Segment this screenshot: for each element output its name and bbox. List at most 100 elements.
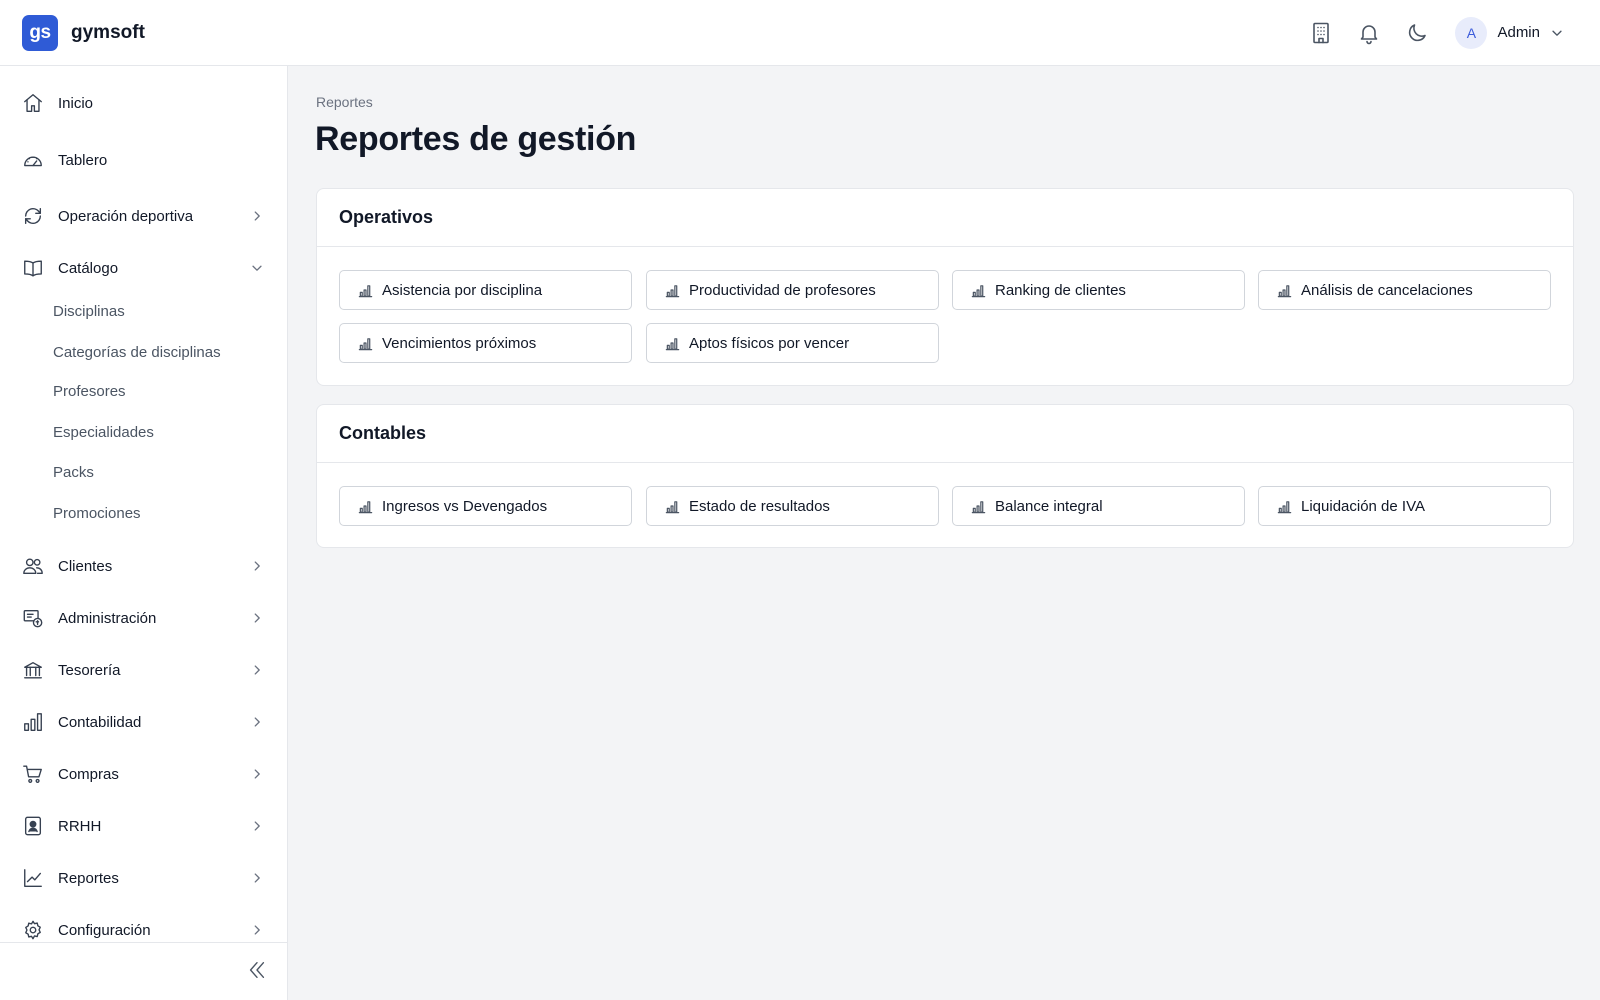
report-button[interactable]: Estado de resultados: [646, 486, 939, 526]
chevron-down-icon: [250, 261, 264, 275]
gear-icon: [22, 919, 44, 941]
brand[interactable]: gs gymsoft: [22, 14, 145, 51]
app-logo: gs: [22, 14, 58, 51]
report-button-label: Estado de resultados: [689, 497, 830, 515]
chevron-right-icon: [250, 559, 264, 573]
sidebar: Inicio Tablero Operación deportiva Catál…: [0, 66, 288, 1000]
chevron-right-icon: [250, 819, 264, 833]
report-button[interactable]: Ranking de clientes: [952, 270, 1245, 310]
badge-icon: [22, 815, 44, 837]
collapse-sidebar-icon[interactable]: [246, 959, 268, 981]
sidebar-item-compras[interactable]: Compras: [0, 754, 288, 794]
report-button[interactable]: Productividad de profesores: [646, 270, 939, 310]
report-button-label: Análisis de cancelaciones: [1301, 281, 1473, 299]
section-card-operativos: Operativos Asistencia por disciplina Pro…: [316, 188, 1574, 386]
report-button-label: Ranking de clientes: [995, 281, 1126, 299]
section-title: Contables: [339, 423, 427, 443]
bar-chart-icon: [971, 283, 986, 298]
report-button[interactable]: Liquidación de IVA: [1258, 486, 1551, 526]
sidebar-item-label: Tablero: [58, 151, 108, 169]
section-card-contables: Contables Ingresos vs Devengados Estado …: [316, 404, 1574, 548]
sidebar-item-label: RRHH: [58, 817, 102, 835]
sidebar-item-rrhh[interactable]: RRHH: [0, 806, 288, 846]
sidebar-subitem-disciplinas[interactable]: Disciplinas: [53, 300, 125, 324]
sidebar-item-reportes[interactable]: Reportes: [0, 858, 288, 898]
book-icon: [22, 257, 44, 279]
report-button-label: Liquidación de IVA: [1301, 497, 1425, 515]
moon-icon[interactable]: [1393, 13, 1441, 53]
card-header: Operativos: [317, 189, 1573, 247]
chevron-right-icon: [250, 715, 264, 729]
report-button[interactable]: Análisis de cancelaciones: [1258, 270, 1551, 310]
sidebar-item-label: Clientes: [58, 557, 113, 575]
users-icon: [22, 555, 44, 577]
section-title: Operativos: [339, 207, 434, 227]
sidebar-item-label: Contabilidad: [58, 713, 142, 731]
sidebar-item-operacion-deportiva[interactable]: Operación deportiva: [0, 196, 288, 236]
report-button[interactable]: Vencimientos próximos: [339, 323, 632, 363]
sidebar-subitem-especialidades[interactable]: Especialidades: [53, 421, 154, 445]
bell-icon[interactable]: [1345, 13, 1393, 53]
chevron-right-icon: [250, 209, 264, 223]
gauge-icon: [22, 149, 44, 171]
sidebar-item-label: Inicio: [58, 94, 94, 112]
chevron-down-icon: [1552, 30, 1562, 36]
bar-chart-icon: [665, 499, 680, 514]
sidebar-item-tablero[interactable]: Tablero: [0, 140, 288, 180]
card-header: Contables: [317, 405, 1573, 463]
report-button[interactable]: Aptos físicos por vencer: [646, 323, 939, 363]
report-button-label: Vencimientos próximos: [382, 334, 537, 352]
breadcrumb[interactable]: Reportes: [316, 94, 373, 110]
user-menu[interactable]: A Admin: [1455, 16, 1564, 49]
bar-chart-icon: [971, 499, 986, 514]
sidebar-item-label: Operación deportiva: [58, 207, 194, 225]
report-button-label: Aptos físicos por vencer: [689, 334, 850, 352]
bar-chart-icon: [665, 283, 680, 298]
page-title: Reportes de gestión: [315, 120, 637, 158]
bar-chart-icon: [358, 283, 373, 298]
sidebar-subitem-promociones[interactable]: Promociones: [53, 502, 141, 526]
bar-chart-icon: [1277, 283, 1292, 298]
sidebar-item-clientes[interactable]: Clientes: [0, 546, 288, 586]
sidebar-item-label: Configuración: [58, 921, 151, 939]
report-button-label: Balance integral: [995, 497, 1103, 515]
bar-chart-icon: [1277, 499, 1292, 514]
admin-icon: [22, 607, 44, 629]
chevron-right-icon: [250, 611, 264, 625]
sidebar-item-label: Administración: [58, 609, 157, 627]
refresh-icon: [22, 205, 44, 227]
sidebar-item-label: Reportes: [58, 869, 119, 887]
chevron-right-icon: [250, 871, 264, 885]
sidebar-item-administracion[interactable]: Administración: [0, 598, 288, 638]
report-button-label: Productividad de profesores: [689, 281, 876, 299]
sidebar-item-inicio[interactable]: Inicio: [0, 83, 288, 123]
report-button[interactable]: Ingresos vs Devengados: [339, 486, 632, 526]
sidebar-item-catalogo[interactable]: Catálogo: [0, 248, 288, 288]
sidebar-subitem-profesores[interactable]: Profesores: [53, 380, 126, 404]
report-button-label: Ingresos vs Devengados: [382, 497, 548, 515]
top-bar: gs gymsoft A Admin: [0, 0, 1600, 66]
bar-chart-icon: [358, 499, 373, 514]
chevron-right-icon: [250, 663, 264, 677]
bar-chart-icon: [665, 336, 680, 351]
chevron-right-icon: [250, 767, 264, 781]
home-icon: [22, 92, 44, 114]
bar-chart-icon: [358, 336, 373, 351]
report-button[interactable]: Balance integral: [952, 486, 1245, 526]
cart-icon: [22, 763, 44, 785]
sidebar-item-contabilidad[interactable]: Contabilidad: [0, 702, 288, 742]
bar-chart-icon: [22, 711, 44, 733]
line-chart-icon: [22, 867, 44, 889]
sidebar-subitem-packs[interactable]: Packs: [53, 461, 94, 485]
sidebar-item-label: Catálogo: [58, 259, 119, 277]
sidebar-subitem-categorias[interactable]: Categorías de disciplinas: [53, 341, 221, 365]
report-button[interactable]: Asistencia por disciplina: [339, 270, 632, 310]
chevron-right-icon: [250, 923, 264, 937]
sidebar-footer: [0, 942, 288, 1000]
user-name: Admin: [1497, 24, 1540, 41]
building-icon[interactable]: [1297, 13, 1345, 53]
sidebar-item-label: Tesorería: [58, 661, 121, 679]
header-actions: A Admin: [1297, 13, 1564, 53]
bank-icon: [22, 659, 44, 681]
sidebar-item-tesoreria[interactable]: Tesorería: [0, 650, 288, 690]
